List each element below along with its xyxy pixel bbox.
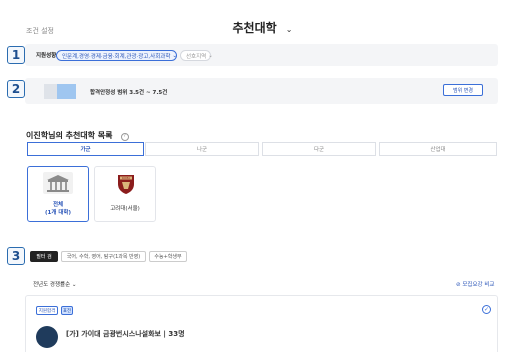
all-card-line2: (1개 대학) bbox=[45, 210, 71, 216]
subject-filter-button[interactable]: 국어, 수학, 영어, 탐구(1과목 반영) bbox=[61, 251, 146, 262]
csat-filter-button[interactable]: 수능+학생부 bbox=[149, 251, 187, 262]
range-change-button[interactable]: 범위 변경 bbox=[443, 84, 483, 96]
guide-compare-link[interactable]: ⊘ 모집요강 비교 bbox=[456, 280, 494, 288]
all-card-line1: 전체 bbox=[52, 202, 64, 208]
korea-univ-card[interactable]: KOREA 고려대(서울) bbox=[94, 166, 156, 222]
building-icon bbox=[43, 172, 73, 194]
compare-icon: ⊘ bbox=[456, 282, 461, 288]
stability-gauge-fill bbox=[57, 84, 76, 99]
preference-selected-text: 인문계,경영·경제·금융·회계,관광·광고,사회과학 bbox=[62, 53, 171, 60]
step-marker-1: 1 bbox=[7, 46, 25, 64]
korea-card-label: 고려대(서울) bbox=[110, 206, 140, 212]
step-marker-3: 3 bbox=[7, 247, 25, 265]
guide-compare-text: 모집요강 비교 bbox=[462, 282, 495, 288]
step-marker-2: 2 bbox=[7, 80, 25, 98]
result-chip-2: 표전 bbox=[61, 306, 73, 315]
tab-ga[interactable]: 가군 bbox=[27, 142, 144, 156]
preference-label: 지원성향 bbox=[36, 53, 57, 59]
filter-button[interactable]: 필터 검 bbox=[30, 251, 58, 262]
result-row-text: [가] 가이대 금광번시스나설화보 | 33명 bbox=[66, 330, 185, 338]
chevron-down-icon: ⌄ bbox=[172, 52, 177, 59]
chevron-down-icon: ⌄ bbox=[71, 282, 77, 288]
sort-label-text: 전년도 경쟁률순 bbox=[33, 282, 71, 288]
sort-label[interactable]: 전년도 경쟁률순 ⌄ bbox=[33, 280, 77, 288]
stability-text: 합격안정성 범위 3.5건 ~ 7.5건 bbox=[90, 90, 168, 96]
list-title: 이진학님의 추천대학 목록 ? bbox=[26, 123, 129, 142]
tab-da[interactable]: 다군 bbox=[262, 142, 376, 156]
info-icon[interactable]: ? bbox=[120, 133, 129, 141]
page-title[interactable]: 추천대학 ⌄ bbox=[0, 17, 525, 36]
list-title-text: 이진학님의 추천대학 목록 bbox=[26, 131, 113, 140]
region-pill-text: 선호지역 bbox=[186, 53, 207, 60]
preference-selected-pill[interactable]: 인문계,경영·경제·금융·회계,관광·광고,사회과학 ⌄ bbox=[56, 50, 177, 61]
result-chip-1: 지원합격 bbox=[36, 306, 58, 315]
tab-industrial[interactable]: 산업대 bbox=[379, 142, 497, 156]
result-logo bbox=[36, 326, 58, 348]
stability-gauge bbox=[44, 84, 76, 99]
result-row[interactable]: 지원합격 표전 ✓ [가] 가이대 금광번시스나설화보 | 33명 bbox=[25, 295, 498, 352]
page-title-text: 추천대학 bbox=[232, 21, 277, 35]
seal-text: KOREA bbox=[122, 177, 130, 180]
region-pill[interactable]: 선호지역 ⌄ bbox=[180, 50, 213, 61]
all-universities-card[interactable]: 전체 (1개 대학) bbox=[27, 166, 89, 222]
chevron-down-icon: ⌄ bbox=[285, 25, 293, 34]
chevron-down-icon: ⌄ bbox=[208, 52, 213, 59]
korea-univ-seal-icon: KOREA bbox=[116, 173, 136, 195]
tab-na[interactable]: 나군 bbox=[145, 142, 259, 156]
result-check-icon[interactable]: ✓ bbox=[482, 305, 491, 314]
